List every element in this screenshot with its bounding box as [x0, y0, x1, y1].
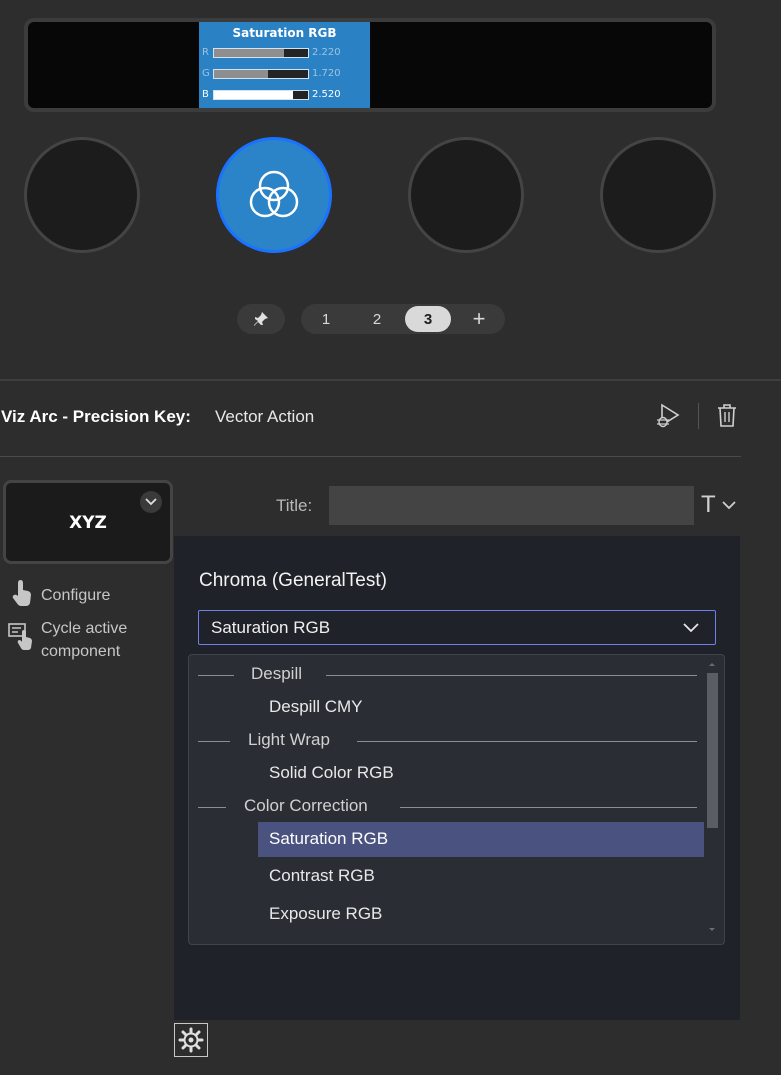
group-header-light-wrap: Light Wrap — [248, 730, 330, 749]
dial-3[interactable] — [408, 137, 524, 253]
lcd-row-g-fill — [214, 70, 268, 78]
lcd-row-b-label: B — [202, 89, 209, 100]
color-channels-icon — [249, 170, 299, 218]
lcd-row-r-fill — [214, 49, 284, 57]
dropdown-item[interactable]: Despill CMY — [269, 697, 363, 717]
configure-label: Configure — [41, 587, 111, 604]
scrollbar-thumb[interactable] — [707, 673, 718, 828]
settings-button[interactable] — [174, 1023, 208, 1057]
dial-4[interactable] — [600, 137, 716, 253]
delete-button[interactable] — [715, 402, 739, 430]
page-selector: 1 2 3 + — [301, 304, 505, 334]
page-2[interactable]: 2 — [354, 306, 400, 332]
pin-button[interactable] — [237, 304, 285, 334]
lcd-row-g-label: G — [202, 68, 210, 79]
text-format-button[interactable]: T — [701, 490, 743, 520]
lcd-row-g-value: 1.720 — [312, 68, 341, 79]
lcd-row-b-track — [213, 90, 309, 100]
lcd-row-b-value: 2.520 — [312, 89, 341, 100]
page-3-selected[interactable]: 3 — [405, 306, 451, 332]
key-menu-button[interactable] — [140, 491, 162, 513]
text-format-glyph: T — [701, 491, 716, 518]
lcd-row-r-track — [213, 48, 309, 58]
lcd-title: Saturation RGB — [232, 26, 337, 40]
press-icon — [12, 580, 31, 606]
title-input[interactable] — [329, 486, 694, 525]
header-separator — [698, 403, 699, 429]
lcd-row-g-track — [213, 69, 309, 79]
group-line — [357, 741, 697, 742]
chevron-down-icon — [683, 623, 699, 633]
lcd-row-r-value: 2.220 — [312, 47, 341, 58]
action-type: Vector Action — [215, 407, 315, 426]
cycle-component-icon — [8, 623, 32, 650]
group-line — [400, 807, 697, 808]
add-page-button[interactable]: + — [456, 306, 502, 332]
cycle-component-label-line1: Cycle active — [41, 620, 128, 637]
lcd-panel: Saturation RGB R 2.220 G 1.720 B 2.520 — [199, 22, 370, 108]
dial-2-active[interactable] — [216, 137, 332, 253]
lcd-row-r-label: R — [202, 47, 209, 58]
component-select[interactable]: Saturation RGB — [198, 610, 716, 645]
title-label: Title: — [276, 496, 313, 515]
group-header-despill: Despill — [251, 664, 303, 683]
group-line — [198, 741, 230, 742]
page-1[interactable]: 1 — [303, 306, 349, 332]
component-title: Chroma (GeneralTest) — [199, 570, 387, 591]
header-divider — [0, 456, 741, 457]
group-line — [198, 675, 234, 676]
component-select-value: Saturation RGB — [211, 618, 331, 637]
cycle-component-label-line2: component — [41, 643, 121, 660]
scroll-up-icon[interactable] — [707, 660, 717, 668]
gear-icon — [178, 1027, 204, 1053]
play-debug-icon — [657, 403, 680, 428]
dropdown-item[interactable]: Contrast RGB — [269, 866, 375, 886]
dropdown-item[interactable]: Solid Color RGB — [269, 763, 394, 783]
chevron-down-icon — [145, 498, 157, 506]
test-action-button[interactable] — [654, 402, 682, 430]
lcd-display — [24, 18, 716, 112]
app-title: Viz Arc - Precision Key: — [1, 407, 191, 426]
group-line — [198, 807, 226, 808]
key-button[interactable]: XYZ — [3, 480, 173, 564]
dial-1[interactable] — [24, 137, 140, 253]
section-divider — [0, 379, 781, 381]
scroll-down-icon[interactable] — [707, 926, 717, 934]
dropdown-item[interactable]: Exposure RGB — [269, 904, 382, 924]
lcd-row-b-fill — [214, 91, 293, 99]
trash-icon — [718, 404, 736, 427]
group-line — [326, 675, 697, 676]
group-header-color-correction: Color Correction — [244, 796, 368, 815]
pin-icon — [254, 312, 268, 326]
key-label: XYZ — [69, 513, 107, 533]
chevron-down-icon — [722, 501, 736, 510]
dropdown-item-selected-label: Saturation RGB — [269, 829, 389, 848]
